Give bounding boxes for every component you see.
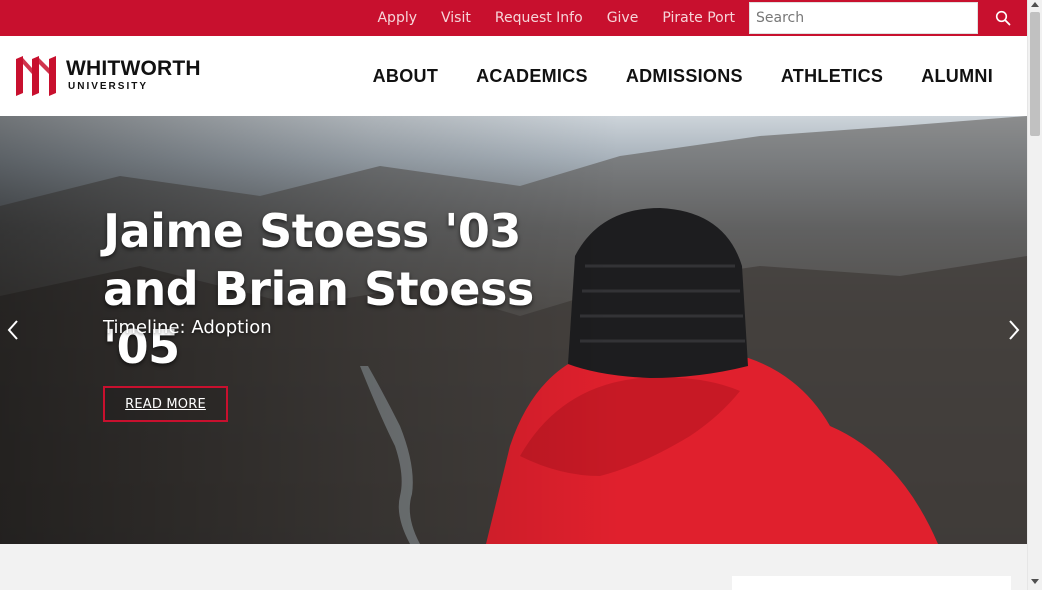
utility-bar: Apply Visit Request Info Give Pirate Por… (0, 0, 1027, 36)
logo-subtitle: UNIVERSITY (68, 81, 149, 92)
nav-item-academics[interactable]: ACADEMICS (476, 66, 588, 87)
utility-link-give[interactable]: Give (607, 10, 639, 26)
scroll-down-arrow-icon[interactable] (1031, 579, 1039, 584)
read-more-button[interactable]: READ MORE (103, 386, 228, 422)
hero-subtitle: Timeline: Adoption (103, 317, 272, 338)
utility-link-visit[interactable]: Visit (441, 10, 471, 26)
vertical-scrollbar[interactable] (1027, 0, 1042, 590)
utility-link-request-info[interactable]: Request Info (495, 10, 583, 26)
utility-link-pirate-port[interactable]: Pirate Port (662, 10, 735, 26)
logo-name: WHITWORTH (66, 57, 201, 80)
site-logo[interactable]: WHITWORTH UNIVERSITY (16, 56, 201, 96)
nav-item-admissions[interactable]: ADMISSIONS (626, 66, 743, 87)
site-header: WHITWORTH UNIVERSITY ABOUT ACADEMICS ADM… (0, 36, 1027, 116)
hero-carousel: Jaime Stoess '03 and Brian Stoess '05 Ti… (0, 116, 1027, 544)
utility-links: Apply Visit Request Info Give Pirate Por… (353, 0, 735, 36)
search-box (749, 2, 978, 34)
whitworth-w-logo-icon (16, 56, 56, 96)
carousel-next-button[interactable] (1002, 316, 1026, 344)
scroll-thumb[interactable] (1030, 12, 1040, 136)
hero-title: Jaime Stoess '03 and Brian Stoess '05 (103, 204, 534, 374)
page: Apply Visit Request Info Give Pirate Por… (0, 0, 1042, 590)
nav-item-about[interactable]: ABOUT (373, 66, 439, 87)
chevron-left-icon (7, 320, 18, 340)
nav-item-athletics[interactable]: ATHLETICS (781, 66, 883, 87)
nav-item-alumni[interactable]: ALUMNI (921, 66, 993, 87)
carousel-prev-button[interactable] (2, 316, 26, 344)
search-input[interactable] (750, 3, 977, 33)
chevron-right-icon (1009, 320, 1020, 340)
utility-link-apply[interactable]: Apply (377, 10, 417, 26)
search-button[interactable] (978, 0, 1027, 36)
main-nav: ABOUT ACADEMICS ADMISSIONS ATHLETICS ALU… (335, 36, 993, 116)
scroll-up-arrow-icon[interactable] (1031, 2, 1039, 7)
logo-wordmark: WHITWORTH UNIVERSITY (66, 58, 201, 94)
content-card (732, 576, 1011, 590)
search-icon (995, 10, 1010, 26)
